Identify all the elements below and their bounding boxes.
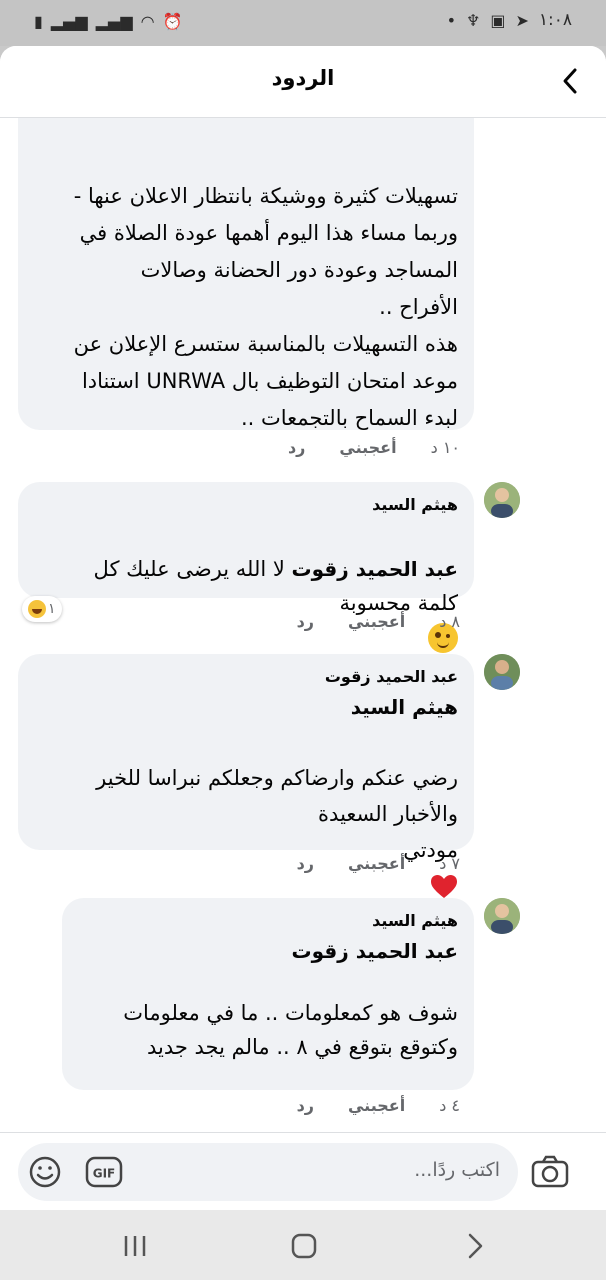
like-button[interactable]: أعجبني <box>348 1096 405 1115</box>
camera-button[interactable] <box>530 1153 570 1191</box>
reply-button[interactable]: رد <box>288 438 305 457</box>
mention-link[interactable]: هيثم السيد <box>34 690 458 724</box>
comment-bubble: هيثم السيد عبد الحميد زقوت لا الله يرضى … <box>18 482 474 653</box>
avatar[interactable] <box>484 482 520 518</box>
header: الردود <box>0 46 606 118</box>
heart-emoji-icon <box>431 875 457 898</box>
gif-label: GIF <box>93 1167 116 1181</box>
comment-text: رضي عنكم وارضاكم وجعلكم نبراسا للخير وال… <box>96 766 458 862</box>
recent-apps-icon <box>124 1236 146 1256</box>
comment-actions: ٨ د أعجبني رد <box>297 612 460 631</box>
avatar[interactable] <box>484 898 520 934</box>
status-bar: ▮ ▂▄▆ ▂▄▆ ◠ ⏰ • ♆ ▣ ➤ ١:٠٨ <box>0 0 606 46</box>
avatar-image <box>484 898 520 934</box>
page-title: الردود <box>271 66 335 90</box>
home-button[interactable] <box>288 1230 320 1262</box>
reaction-count: ١ <box>48 601 56 617</box>
comment-bubble: هيثم السيد عبد الحميد زقوت شوف هو كمعلوم… <box>62 898 474 1090</box>
battery-icon: ▮ <box>34 12 43 31</box>
avatar-image <box>484 482 520 518</box>
reply-input[interactable] <box>200 1159 500 1181</box>
replies-list[interactable]: تسهيلات كثيرة ووشيكة بانتظار الاعلان عنه… <box>0 118 606 1132</box>
reaction-badge[interactable]: ١ <box>22 596 62 622</box>
telegram-icon: ➤ <box>515 10 529 30</box>
reply-button[interactable]: رد <box>297 854 314 873</box>
home-icon <box>291 1233 317 1259</box>
reply-button[interactable]: رد <box>297 1096 314 1115</box>
avatar[interactable] <box>484 654 520 690</box>
mention-link[interactable]: عبد الحميد زقوت <box>78 934 458 968</box>
comment-actions: ١٠ د أعجبني رد <box>288 438 460 457</box>
status-left-icons: ▮ ▂▄▆ ▂▄▆ ◠ ⏰ <box>34 12 183 31</box>
gif-button[interactable]: GIF <box>84 1155 124 1189</box>
status-right-icons: • ♆ ▣ ➤ ١:٠٨ <box>447 10 572 30</box>
comment-text: شوف هو كمعلومات .. ما في معلومات وكتوقع … <box>123 1001 458 1059</box>
chevron-right-icon <box>468 1233 483 1259</box>
comment-author[interactable]: عبد الحميد زقوت <box>34 664 458 690</box>
reply-composer: GIF <box>0 1132 606 1210</box>
comment-bubble: عبد الحميد زقوت هيثم السيد رضي عنكم وارض… <box>18 654 474 898</box>
comment-author[interactable]: هيثم السيد <box>34 492 458 518</box>
back-button[interactable] <box>556 64 586 98</box>
comment-time: ١٠ د <box>430 438 460 457</box>
app-icon: ♆ <box>466 10 481 30</box>
comment-actions: ٧ د أعجبني رد <box>297 854 460 873</box>
reply-input-box[interactable]: GIF <box>18 1143 518 1201</box>
comment-author[interactable]: هيثم السيد <box>78 908 458 934</box>
comment-time: ٨ د <box>439 612 460 631</box>
avatar-image <box>484 654 520 690</box>
system-nav-bar <box>0 1210 606 1280</box>
like-button[interactable]: أعجبني <box>348 612 405 631</box>
dot-icon: • <box>446 10 456 30</box>
like-button[interactable]: أعجبني <box>339 438 396 457</box>
emoji-button[interactable] <box>28 1155 62 1189</box>
status-time: ١:٠٨ <box>538 10 572 30</box>
like-button[interactable]: أعجبني <box>348 854 405 873</box>
back-nav-button[interactable] <box>460 1230 490 1262</box>
mention-link[interactable]: عبد الحميد زقوت <box>292 557 458 581</box>
haha-reaction-icon <box>28 600 46 618</box>
emoji-smile-icon <box>29 1156 61 1188</box>
comment-time: ٧ د <box>439 854 460 873</box>
gif-icon: GIF <box>85 1156 123 1188</box>
wifi-icon: ◠ <box>140 12 155 31</box>
camera-icon <box>531 1155 569 1188</box>
facebook-icon: ▣ <box>490 10 506 30</box>
replies-sheet: الردود تسهيلات كثيرة ووشيكة بانتظار الاع… <box>0 46 606 1210</box>
chevron-left-icon <box>563 68 577 94</box>
comment-actions: ٤ د أعجبني رد <box>297 1096 460 1115</box>
comment-time: ٤ د <box>439 1096 460 1115</box>
comment-bubble: تسهيلات كثيرة ووشيكة بانتظار الاعلان عنه… <box>18 118 474 430</box>
alarm-icon: ⏰ <box>162 12 183 31</box>
reply-button[interactable]: رد <box>297 612 314 631</box>
recent-apps-button[interactable] <box>120 1232 150 1260</box>
signal-icon-2: ▂▄▆ <box>95 12 133 31</box>
comment-text: تسهيلات كثيرة ووشيكة بانتظار الاعلان عنه… <box>73 184 458 430</box>
signal-icon: ▂▄▆ <box>50 12 88 31</box>
